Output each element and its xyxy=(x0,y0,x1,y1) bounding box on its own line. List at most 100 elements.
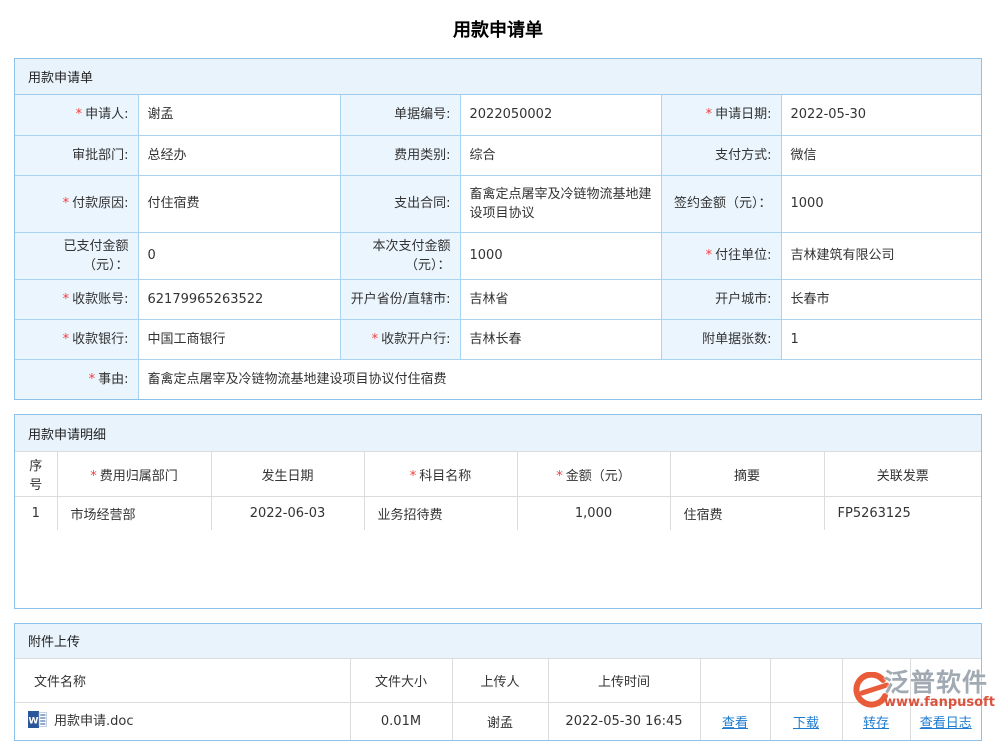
required-asterisk: * xyxy=(706,248,716,263)
form-row-2: 审批部门: 总经办 费用类别: 综合 支付方式: 微信 xyxy=(15,135,981,175)
label-text: 申请人: xyxy=(85,107,128,122)
expense-category-value: 综合 xyxy=(460,135,661,175)
label-text: 收款账号: xyxy=(72,292,128,307)
receiving-account-value: 62179965263522 xyxy=(138,279,340,319)
word-file-icon: W xyxy=(28,711,47,732)
applicant-value: 谢孟 xyxy=(138,95,340,135)
apply-date-value: 2022-05-30 xyxy=(781,95,981,135)
payee-unit-label: *付往单位: xyxy=(661,232,781,279)
apply-date-label: *申请日期: xyxy=(661,95,781,135)
applicant-label: *申请人: xyxy=(15,95,138,135)
form-row-1: *申请人: 谢孟 单据编号: 2022050002 *申请日期: 2022-05… xyxy=(15,95,981,135)
seq-cell: 1 xyxy=(15,497,57,530)
label-text: 本次支付金额（元）： xyxy=(372,239,450,273)
account-city-label: 开户城市: xyxy=(661,279,781,319)
receiving-account-label: *收款账号: xyxy=(15,279,138,319)
attachment-row: W 用款申请.doc 0.01M 谢孟 2022-05-30 16:45 查看 … xyxy=(15,703,981,740)
reason-value: 畜禽定点屠宰及冷链物流基地建设项目协议付住宿费 xyxy=(138,359,981,399)
payee-unit-value: 吉林建筑有限公司 xyxy=(781,232,981,279)
watermark-text: 泛普软件 www.fanpusoft.com xyxy=(884,669,996,709)
download-link[interactable]: 下载 xyxy=(793,716,819,731)
form-row-5: *收款账号: 62179965263522 开户省份/直辖市: 吉林省 开户城市… xyxy=(15,279,981,319)
current-payment-amount-value: 1000 xyxy=(460,232,661,279)
label-text: 支付方式: xyxy=(715,148,771,163)
summary-cell: 住宿费 xyxy=(670,497,824,530)
paid-amount-value: 0 xyxy=(138,232,340,279)
payment-reason-value: 付住宿费 xyxy=(138,175,340,232)
subject-name-cell: 业务招待费 xyxy=(364,497,517,530)
label-text: 签约金额（元）： xyxy=(674,196,772,211)
related-invoice-cell: FP5263125 xyxy=(824,497,981,530)
detail-row: 1 市场经营部 2022-06-03 业务招待费 1,000 住宿费 FP526… xyxy=(15,497,981,530)
col-label: 科目名称 xyxy=(419,469,471,484)
approval-dept-value: 总经办 xyxy=(138,135,340,175)
document-no-value: 2022050002 xyxy=(460,95,661,135)
required-asterisk: * xyxy=(90,469,100,484)
receiving-bank-value: 中国工商银行 xyxy=(138,319,340,359)
account-province-value: 吉林省 xyxy=(460,279,661,319)
payment-method-label: 支付方式: xyxy=(661,135,781,175)
approval-dept-label: 审批部门: xyxy=(15,135,138,175)
action-cell: 查看 xyxy=(700,703,770,740)
view-log-link[interactable]: 查看日志 xyxy=(920,716,972,731)
col-uploader: 上传人 xyxy=(452,659,548,703)
account-province-label: 开户省份/直辖市: xyxy=(340,279,460,319)
contract-amount-value: 1000 xyxy=(781,175,981,232)
required-asterisk: * xyxy=(76,107,86,122)
payment-request-form-panel: 用款申请单 *申请人: 谢孟 单据编号: 2022050002 *申请日期: 2… xyxy=(14,58,982,400)
required-asterisk: * xyxy=(89,372,99,387)
receiving-bank-label: *收款银行: xyxy=(15,319,138,359)
amount-cell: 1,000 xyxy=(517,497,670,530)
action-cell: 下载 xyxy=(770,703,842,740)
required-asterisk: * xyxy=(63,196,73,211)
col-label: 费用归属部门 xyxy=(100,469,178,484)
label-text: 审批部门: xyxy=(72,148,128,163)
expense-contract-value: 畜禽定点屠宰及冷链物流基地建设项目协议 xyxy=(460,175,661,232)
file-name-cell: W 用款申请.doc xyxy=(15,703,350,740)
paid-amount-label: 已支付金额（元）： xyxy=(15,232,138,279)
label-text: 事由: xyxy=(98,372,128,387)
col-amount: *金额（元） xyxy=(517,452,670,497)
label-text: 单据编号: xyxy=(394,107,450,122)
form-panel-title: 用款申请单 xyxy=(15,59,981,95)
file-size-cell: 0.01M xyxy=(350,703,452,740)
col-occur-date: 发生日期 xyxy=(211,452,364,497)
expense-dept-cell: 市场经营部 xyxy=(57,497,211,530)
uploader-cell: 谢孟 xyxy=(452,703,548,740)
form-row-6: *收款银行: 中国工商银行 *收款开户行: 吉林长春 附单据张数: 1 xyxy=(15,319,981,359)
upload-time-cell: 2022-05-30 16:45 xyxy=(548,703,700,740)
col-label: 发生日期 xyxy=(261,469,313,484)
label-text: 付往单位: xyxy=(715,248,771,263)
file-name-text[interactable]: 用款申请.doc xyxy=(54,714,134,729)
attached-docs-count-value: 1 xyxy=(781,319,981,359)
receiving-branch-value: 吉林长春 xyxy=(460,319,661,359)
label-text: 开户省份/直辖市: xyxy=(351,292,451,307)
reason-label: *事由: xyxy=(15,359,138,399)
required-asterisk: * xyxy=(372,332,382,347)
attachment-upload-panel: 附件上传 文件名称 文件大小 上传人 上传时间 xyxy=(14,623,982,741)
col-label: 金额（元） xyxy=(566,469,631,484)
contract-amount-label: 签约金额（元）： xyxy=(661,175,781,232)
expense-category-label: 费用类别: xyxy=(340,135,460,175)
label-text: 附单据张数: xyxy=(702,332,771,347)
col-summary: 摘要 xyxy=(670,452,824,497)
form-table: *申请人: 谢孟 单据编号: 2022050002 *申请日期: 2022-05… xyxy=(15,95,981,399)
col-file-name: 文件名称 xyxy=(15,659,350,703)
label-text: 开户城市: xyxy=(715,292,771,307)
view-link[interactable]: 查看 xyxy=(722,716,748,731)
save-as-link[interactable]: 转存 xyxy=(863,716,889,731)
empty-header-cell xyxy=(770,659,842,703)
required-asterisk: * xyxy=(706,107,716,122)
occur-date-cell: 2022-06-03 xyxy=(211,497,364,530)
vendor-watermark: 泛普软件 www.fanpusoft.com xyxy=(849,669,995,716)
col-label: 摘要 xyxy=(734,469,760,484)
label-text: 支出合同: xyxy=(394,196,450,211)
detail-table: 序号 *费用归属部门 发生日期 *科目名称 *金额（元） 摘要 关联发票 1 市… xyxy=(15,452,981,530)
svg-text:W: W xyxy=(29,717,39,727)
detail-empty-area xyxy=(15,530,981,608)
payment-detail-panel: 用款申请明细 序号 *费用归属部门 发生日期 *科目名称 *金额（元） 摘要 关… xyxy=(14,414,982,609)
form-row-4: 已支付金额（元）： 0 本次支付金额（元）： 1000 *付往单位: 吉林建筑有… xyxy=(15,232,981,279)
attachment-table: 文件名称 文件大小 上传人 上传时间 xyxy=(15,659,981,740)
col-label: 序号 xyxy=(29,459,42,493)
page-title: 用款申请单 xyxy=(0,0,996,58)
